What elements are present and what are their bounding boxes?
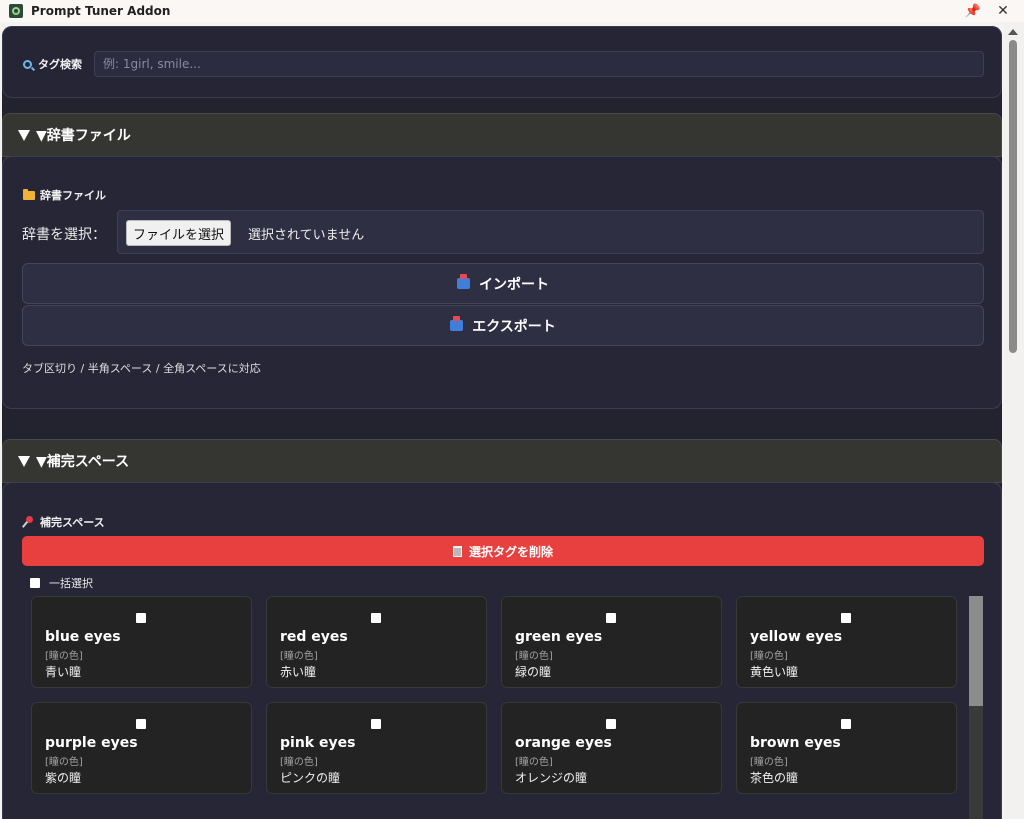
completion-panel-title: 補完スペース (23, 514, 105, 530)
tag-card-category: [瞳の色] (515, 757, 553, 768)
tag-card[interactable]: yellow eyes [瞳の色] 黄色い瞳 (736, 596, 957, 688)
export-button[interactable]: エクスポート (22, 305, 984, 346)
tag-card-checkbox[interactable] (606, 719, 616, 729)
tag-card-category: [瞳の色] (280, 651, 318, 662)
tag-card[interactable]: red eyes [瞳の色] 赤い瞳 (266, 596, 487, 688)
tag-card-translation: 紫の瞳 (45, 771, 82, 785)
completion-section-title: ▼補完スペース (36, 454, 130, 470)
tag-card-category: [瞳の色] (45, 757, 83, 768)
scroll-up-arrow-icon[interactable] (1008, 29, 1018, 35)
outbox-tray-icon (450, 316, 464, 331)
select-all-toggle[interactable]: 一括選択 (30, 575, 93, 591)
content-viewport: タグ検索 ▼辞書ファイル 辞書ファイル 辞書を選択： ファイルを選択 選択されて… (0, 22, 1024, 819)
collapse-triangle-icon (18, 455, 30, 467)
tag-card-category: [瞳の色] (750, 651, 788, 662)
page-scrollbar[interactable] (1004, 22, 1024, 819)
select-all-label: 一括選択 (49, 577, 93, 590)
tag-card[interactable]: purple eyes [瞳の色] 紫の瞳 (31, 702, 252, 794)
tag-card-category: [瞳の色] (280, 757, 318, 768)
tag-card-translation: オレンジの瞳 (515, 771, 588, 785)
import-button-label: インポート (479, 276, 549, 293)
tag-card-translation: 緑の瞳 (515, 665, 552, 679)
delimiter-note: タブ区切り / 半角スペース / 全角スペースに対応 (22, 362, 261, 375)
window-title: Prompt Tuner Addon (31, 4, 171, 18)
completion-panel-title-text: 補完スペース (40, 516, 105, 529)
tag-card-name: purple eyes (45, 735, 138, 751)
tag-card-checkbox[interactable] (371, 613, 381, 623)
select-all-checkbox[interactable] (30, 578, 40, 588)
tag-card-checkbox[interactable] (841, 719, 851, 729)
tag-grid-scrollbar-thumb[interactable] (969, 596, 983, 706)
tag-card-name: yellow eyes (750, 629, 843, 645)
tag-search-input[interactable] (94, 51, 984, 77)
tag-card-checkbox[interactable] (606, 613, 616, 623)
addon-root: タグ検索 ▼辞書ファイル 辞書ファイル 辞書を選択： ファイルを選択 選択されて… (2, 26, 1002, 819)
collapse-triangle-icon (18, 129, 30, 141)
file-status-text: 選択されていません (248, 228, 365, 243)
tag-card-name: pink eyes (280, 735, 356, 751)
tag-card-translation: ピンクの瞳 (280, 771, 341, 785)
export-button-label: エクスポート (472, 318, 556, 335)
tag-card-category: [瞳の色] (45, 651, 83, 662)
inbox-tray-icon (457, 274, 470, 289)
page-scrollbar-thumb[interactable] (1009, 40, 1017, 353)
choose-file-button[interactable]: ファイルを選択 (126, 220, 232, 246)
tag-card-checkbox[interactable] (371, 719, 381, 729)
dictionary-panel: 辞書ファイル 辞書を選択： ファイルを選択 選択されていません インポート エク… (2, 156, 1002, 409)
tag-card-category: [瞳の色] (515, 651, 553, 662)
tag-card[interactable]: green eyes [瞳の色] 緑の瞳 (501, 596, 722, 688)
tag-card-name: orange eyes (515, 735, 612, 751)
tag-search-label: タグ検索 (23, 56, 82, 72)
tag-card-category: [瞳の色] (750, 757, 788, 768)
dictionary-file-picker: ファイルを選択 選択されていません (117, 210, 984, 254)
tag-card-translation: 茶色の瞳 (750, 771, 799, 785)
magnifier-icon (23, 59, 32, 69)
dictionary-panel-title-text: 辞書ファイル (40, 189, 106, 202)
tag-card-grid: blue eyes [瞳の色] 青い瞳 red eyes [瞳の色] 赤い瞳 g… (31, 596, 967, 819)
tag-grid-scrollbar[interactable] (969, 596, 983, 819)
folder-icon (23, 188, 35, 200)
pushpin-icon (23, 516, 35, 528)
tag-card-translation: 青い瞳 (45, 665, 82, 679)
tag-search-label-text: タグ検索 (38, 58, 82, 71)
tag-card-translation: 黄色い瞳 (750, 665, 799, 679)
tag-card-name: green eyes (515, 629, 603, 645)
pin-window-icon[interactable]: 📌 (960, 0, 986, 22)
tag-card-name: brown eyes (750, 735, 841, 751)
tag-card[interactable]: brown eyes [瞳の色] 茶色の瞳 (736, 702, 957, 794)
tag-card[interactable]: pink eyes [瞳の色] ピンクの瞳 (266, 702, 487, 794)
delete-selected-tags-label: 選択タグを削除 (468, 544, 553, 559)
tag-card-checkbox[interactable] (841, 613, 851, 623)
tag-search-panel: タグ検索 (2, 26, 1002, 98)
tag-card-translation: 赤い瞳 (280, 665, 317, 679)
tag-card-checkbox[interactable] (136, 719, 146, 729)
dictionary-section-header[interactable]: ▼辞書ファイル (2, 113, 1002, 157)
tag-card[interactable]: blue eyes [瞳の色] 青い瞳 (31, 596, 252, 688)
tag-card[interactable]: orange eyes [瞳の色] オレンジの瞳 (501, 702, 722, 794)
dictionary-panel-title: 辞書ファイル (23, 187, 106, 203)
wastebasket-icon (452, 545, 462, 557)
dictionary-section-title: ▼辞書ファイル (36, 128, 131, 144)
completion-section-header[interactable]: ▼補完スペース (2, 439, 1002, 483)
delete-selected-tags-button[interactable]: 選択タグを削除 (22, 536, 984, 566)
tag-card-name: blue eyes (45, 629, 121, 645)
completion-panel: 補完スペース 選択タグを削除 一括選択 blue eyes [瞳の色] 青い瞳 (2, 482, 1002, 819)
dictionary-select-label: 辞書を選択： (22, 227, 106, 243)
app-logo-icon (9, 4, 23, 18)
import-button[interactable]: インポート (22, 263, 984, 304)
window-titlebar: Prompt Tuner Addon 📌 ✕ (0, 0, 1024, 22)
tag-card-checkbox[interactable] (136, 613, 146, 623)
close-window-icon[interactable]: ✕ (990, 0, 1016, 22)
tag-card-name: red eyes (280, 629, 348, 645)
